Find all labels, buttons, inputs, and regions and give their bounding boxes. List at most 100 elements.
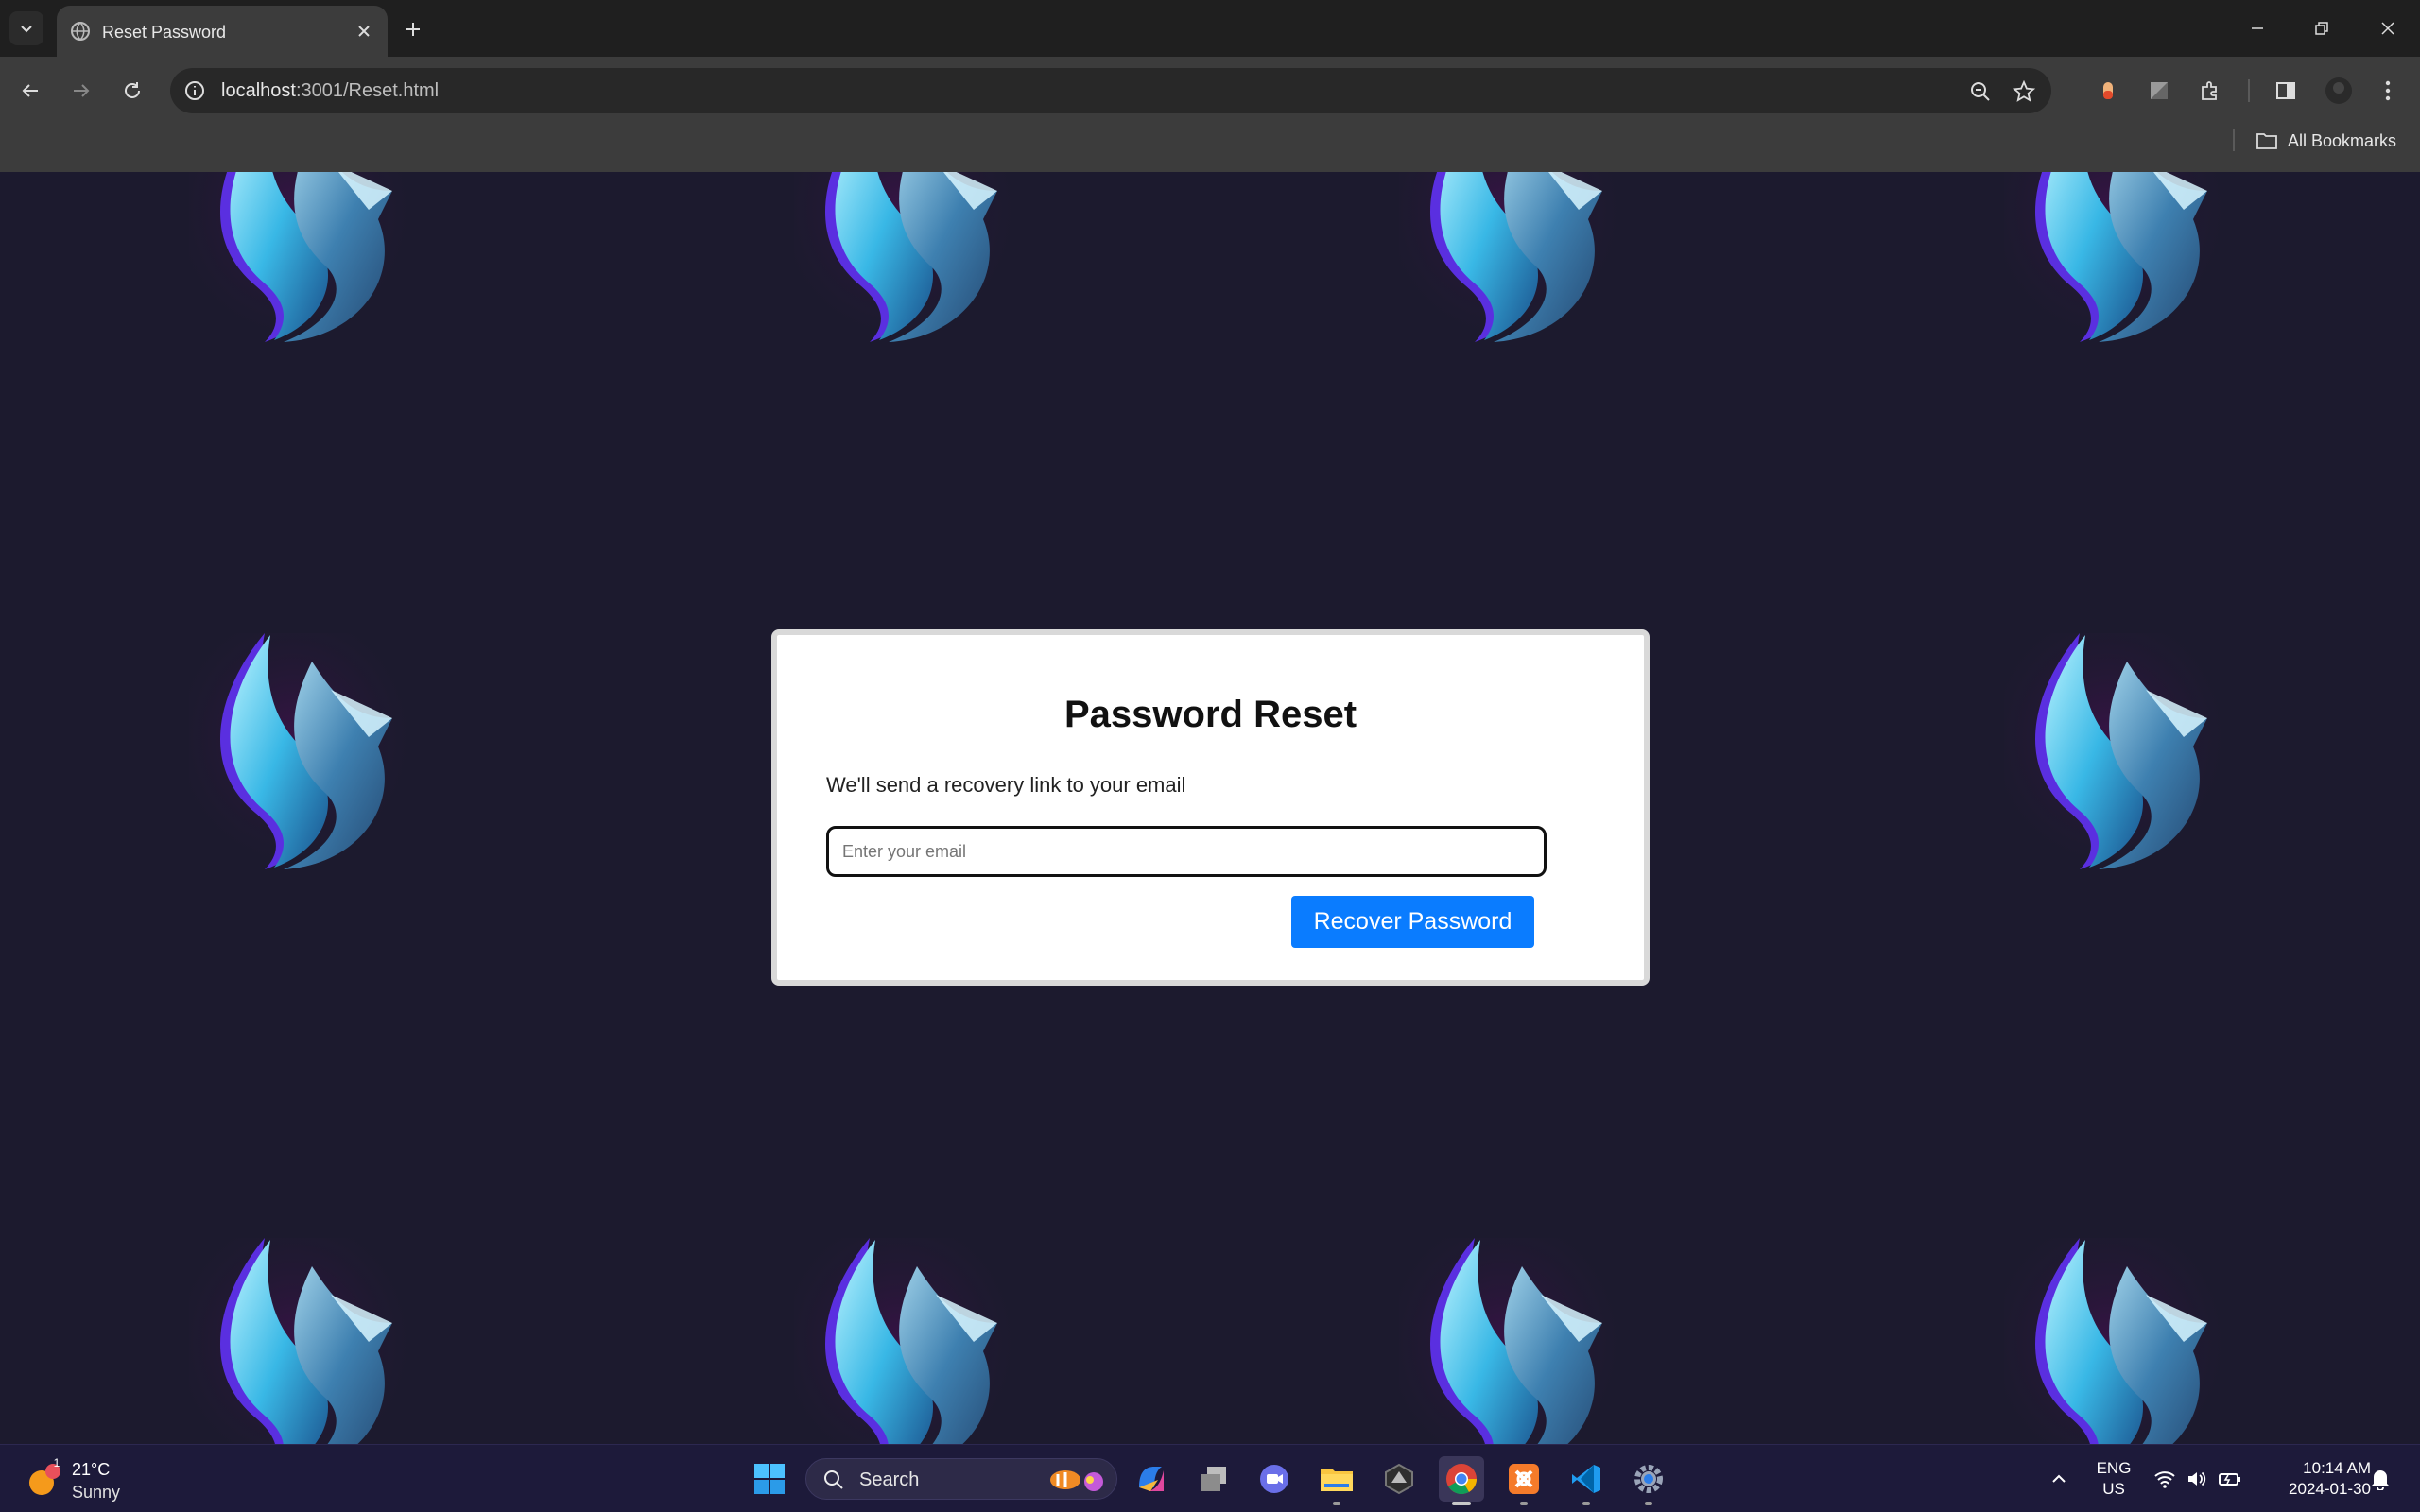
new-tab-button[interactable] bbox=[397, 13, 429, 45]
weather-widget[interactable]: 1 21°C Sunny bbox=[26, 1454, 140, 1503]
running-indicator bbox=[1520, 1502, 1528, 1505]
running-indicator bbox=[1645, 1502, 1652, 1505]
running-indicator bbox=[1452, 1502, 1471, 1505]
flame-logo-icon bbox=[189, 633, 425, 879]
side-panel-button[interactable] bbox=[2267, 72, 2305, 110]
recover-password-button[interactable]: Recover Password bbox=[1291, 896, 1534, 948]
close-window-button[interactable] bbox=[2361, 9, 2414, 47]
weather-badge: 1 bbox=[53, 1456, 60, 1469]
chrome-icon bbox=[1446, 1464, 1477, 1495]
taskbar-teams[interactable] bbox=[1252, 1456, 1297, 1502]
folder-icon bbox=[2256, 133, 2277, 149]
taskbar-xampp[interactable] bbox=[1501, 1456, 1547, 1505]
search-highlight-icon bbox=[1050, 1470, 1103, 1491]
taskbar-search-box[interactable]: Search bbox=[805, 1458, 1117, 1500]
url-path: :3001/Reset.html bbox=[295, 80, 440, 101]
flame-logo-icon bbox=[2004, 633, 2240, 879]
extensions-menu-button[interactable] bbox=[2191, 72, 2229, 110]
wifi-icon bbox=[2154, 1471, 2175, 1488]
quick-settings-button[interactable] bbox=[2146, 1456, 2250, 1502]
reset-instructions: We'll send a recovery link to your email bbox=[826, 773, 1186, 797]
reload-icon bbox=[125, 82, 140, 98]
taskbar-settings[interactable] bbox=[1626, 1456, 1671, 1505]
volume-icon bbox=[2188, 1471, 2206, 1486]
arrow-right-icon bbox=[74, 84, 90, 97]
bookmark-star-button[interactable] bbox=[2010, 77, 2038, 106]
more-vertical-icon bbox=[2385, 80, 2391, 101]
language-label: ENG bbox=[2096, 1459, 2132, 1477]
xampp-icon bbox=[1509, 1464, 1539, 1494]
reload-button[interactable] bbox=[113, 72, 151, 110]
taskbar-copilot[interactable] bbox=[1129, 1456, 1174, 1502]
back-button[interactable] bbox=[11, 72, 49, 110]
browser-tab-bar: Reset Password bbox=[0, 0, 2420, 57]
info-icon bbox=[185, 81, 204, 100]
flame-logo-icon bbox=[2004, 1238, 2240, 1444]
flame-logo-icon bbox=[794, 1238, 1030, 1444]
all-bookmarks-label: All Bookmarks bbox=[2288, 130, 2397, 150]
extension-button-2[interactable] bbox=[2140, 72, 2178, 110]
restore-button[interactable] bbox=[2295, 9, 2348, 47]
globe-icon bbox=[71, 22, 90, 41]
star-icon bbox=[2013, 80, 2035, 102]
clock-time: 10:14 AM bbox=[2303, 1459, 2371, 1477]
taskbar-chrome[interactable] bbox=[1439, 1456, 1484, 1505]
plus-icon bbox=[406, 23, 420, 36]
taskbar-vscode[interactable] bbox=[1564, 1456, 1609, 1505]
windows-logo-icon bbox=[754, 1464, 785, 1494]
zoom-button[interactable] bbox=[1966, 77, 1995, 106]
running-indicator bbox=[1333, 1502, 1340, 1505]
extension-square-icon bbox=[2151, 82, 2168, 99]
bell-icon bbox=[2372, 1470, 2389, 1490]
language-indicator[interactable]: ENG US bbox=[2085, 1458, 2142, 1500]
browser-toolbar: localhost:3001/Reset.html bbox=[0, 57, 2420, 178]
page-title: Password Reset bbox=[1063, 694, 1357, 735]
show-hidden-icons-button[interactable] bbox=[2036, 1456, 2082, 1502]
active-tab[interactable]: Reset Password bbox=[57, 6, 388, 57]
restore-icon bbox=[2315, 22, 2328, 35]
flame-logo-icon bbox=[1399, 1238, 1635, 1444]
running-indicator bbox=[1582, 1502, 1590, 1505]
gear-icon bbox=[1634, 1465, 1663, 1493]
bookmarks-divider bbox=[2233, 129, 2235, 151]
side-panel-icon bbox=[2276, 82, 2295, 99]
tab-close-button[interactable] bbox=[352, 19, 376, 43]
system-clock[interactable]: 10:14 AM 2024-01-30 bbox=[2259, 1458, 2371, 1500]
minimize-button[interactable] bbox=[2231, 9, 2284, 47]
extension-capsule-icon bbox=[2103, 82, 2113, 99]
minimize-icon bbox=[2252, 27, 2263, 29]
taskbar-task-view[interactable] bbox=[1191, 1456, 1236, 1502]
notifications-button[interactable] bbox=[2360, 1456, 2401, 1502]
taskbar-search-label: Search bbox=[859, 1469, 920, 1490]
forward-button[interactable] bbox=[62, 72, 100, 110]
close-icon bbox=[2381, 22, 2394, 35]
taskbar-app-hex[interactable] bbox=[1376, 1456, 1422, 1502]
weather-temperature: 21°C bbox=[72, 1460, 111, 1479]
search-icon bbox=[824, 1470, 843, 1489]
clock-date: 2024-01-30 bbox=[2289, 1480, 2371, 1498]
chevron-down-icon bbox=[21, 26, 32, 33]
all-bookmarks-button[interactable]: All Bookmarks bbox=[2256, 127, 2396, 155]
vscode-icon bbox=[1572, 1465, 1600, 1493]
taskbar-file-explorer[interactable] bbox=[1314, 1456, 1359, 1505]
arrow-left-icon bbox=[22, 84, 38, 97]
tab-title: Reset Password bbox=[102, 23, 227, 42]
folder-icon bbox=[1321, 1469, 1353, 1491]
extension-button[interactable] bbox=[2089, 72, 2127, 110]
start-button[interactable] bbox=[747, 1456, 792, 1502]
zoom-icon bbox=[1971, 82, 1990, 101]
flame-logo-icon bbox=[1399, 172, 1635, 352]
battery-icon bbox=[2219, 1473, 2240, 1486]
chevron-up-icon bbox=[2052, 1474, 2066, 1483]
copilot-icon bbox=[1139, 1467, 1164, 1491]
email-field[interactable] bbox=[826, 826, 1547, 877]
profile-button[interactable] bbox=[2320, 72, 2358, 110]
tab-search-button[interactable] bbox=[9, 11, 43, 45]
region-label: US bbox=[2102, 1480, 2125, 1498]
address-bar[interactable]: localhost:3001/Reset.html bbox=[170, 68, 2051, 113]
url-host: localhost bbox=[221, 80, 296, 101]
chat-icon bbox=[1260, 1465, 1288, 1493]
weather-condition: Sunny bbox=[72, 1483, 121, 1502]
page-viewport: Password Reset We'll send a recovery lin… bbox=[0, 172, 2420, 1444]
chrome-menu-button[interactable] bbox=[2369, 72, 2407, 110]
